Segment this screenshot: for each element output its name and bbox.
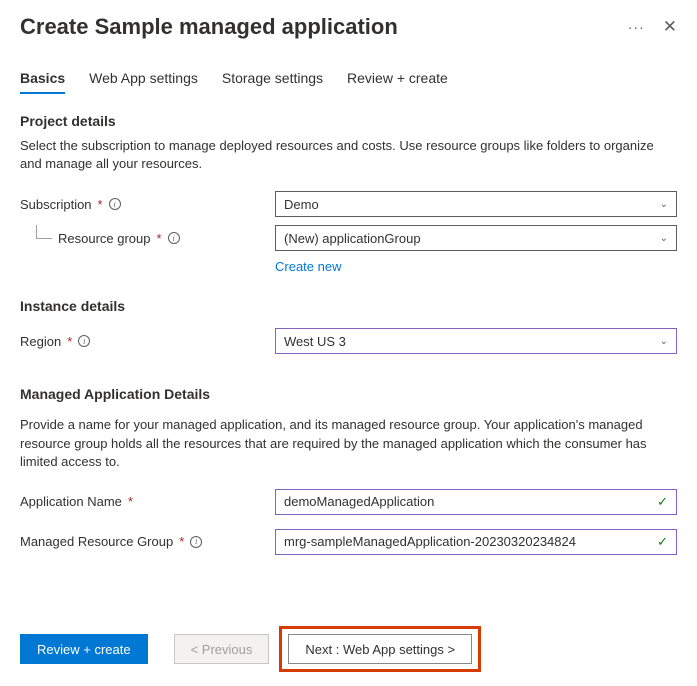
valid-check-icon: ✓ <box>657 494 668 510</box>
close-icon[interactable]: ✕ <box>663 17 677 37</box>
chevron-down-icon: ⌄ <box>660 199 668 210</box>
managed-resource-group-value: mrg-sampleManagedApplication-20230320234… <box>284 534 576 549</box>
next-button-highlight: Next : Web App settings > <box>279 626 481 672</box>
footer-bar: Review + create < Previous Next : Web Ap… <box>20 626 677 672</box>
subscription-select[interactable]: Demo ⌄ <box>275 191 677 217</box>
previous-button: < Previous <box>174 634 270 664</box>
info-icon[interactable]: i <box>78 335 90 347</box>
resource-group-select[interactable]: (New) applicationGroup ⌄ <box>275 225 677 251</box>
page-title: Create Sample managed application <box>20 14 398 40</box>
info-icon[interactable]: i <box>190 536 202 548</box>
valid-check-icon: ✓ <box>657 534 668 550</box>
info-icon[interactable]: i <box>109 198 121 210</box>
chevron-down-icon: ⌄ <box>660 336 668 347</box>
managed-resource-group-label: Managed Resource Group <box>20 534 173 549</box>
application-name-input[interactable]: demoManagedApplication ✓ <box>275 489 677 515</box>
tab-web-app-settings[interactable]: Web App settings <box>89 64 198 94</box>
tab-basics[interactable]: Basics <box>20 64 65 94</box>
tabs-bar: Basics Web App settings Storage settings… <box>20 64 677 95</box>
application-name-value: demoManagedApplication <box>284 494 434 509</box>
managed-app-details-heading: Managed Application Details <box>20 386 677 402</box>
resource-group-value: (New) applicationGroup <box>284 231 421 246</box>
subscription-label: Subscription <box>20 197 92 212</box>
next-button[interactable]: Next : Web App settings > <box>288 634 472 664</box>
required-indicator: * <box>157 231 162 246</box>
required-indicator: * <box>128 494 133 509</box>
region-select[interactable]: West US 3 ⌄ <box>275 328 677 354</box>
required-indicator: * <box>179 534 184 549</box>
managed-resource-group-input[interactable]: mrg-sampleManagedApplication-20230320234… <box>275 529 677 555</box>
tab-review-create[interactable]: Review + create <box>347 64 448 94</box>
region-value: West US 3 <box>284 334 346 349</box>
more-icon[interactable]: ··· <box>628 19 645 35</box>
tab-storage-settings[interactable]: Storage settings <box>222 64 323 94</box>
project-details-description: Select the subscription to manage deploy… <box>20 137 677 173</box>
chevron-down-icon: ⌄ <box>660 233 668 244</box>
subscription-value: Demo <box>284 197 319 212</box>
application-name-label: Application Name <box>20 494 122 509</box>
required-indicator: * <box>67 334 72 349</box>
project-details-heading: Project details <box>20 113 677 129</box>
instance-details-heading: Instance details <box>20 298 677 314</box>
resource-group-label: Resource group <box>58 231 151 246</box>
managed-app-details-description: Provide a name for your managed applicat… <box>20 416 677 471</box>
region-label: Region <box>20 334 61 349</box>
required-indicator: * <box>98 197 103 212</box>
review-create-button[interactable]: Review + create <box>20 634 148 664</box>
info-icon[interactable]: i <box>168 232 180 244</box>
create-new-link[interactable]: Create new <box>275 259 677 274</box>
